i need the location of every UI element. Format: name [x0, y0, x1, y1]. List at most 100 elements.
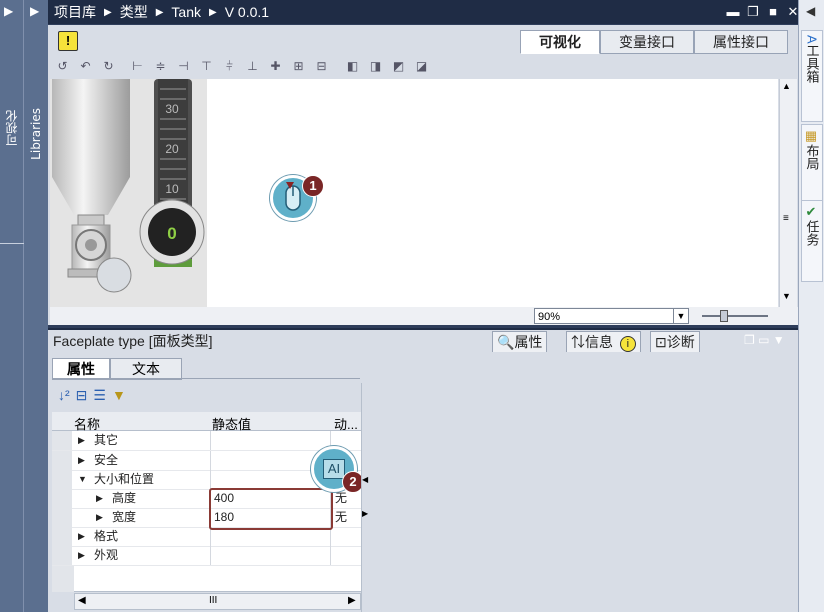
rotate-right-icon[interactable]: ↻ [100, 58, 117, 75]
collapse-icon[interactable]: ▼ [78, 470, 87, 489]
expand-icon[interactable]: ▶ [78, 546, 85, 565]
inspector-title: Faceplate type [面板类型] [53, 333, 213, 349]
callout-badge-1: 1 [302, 175, 324, 197]
breadcrumb-item[interactable]: V 0.0.1 [225, 4, 269, 20]
tab-tasks-label: 任务 [804, 220, 820, 246]
expand-icon[interactable]: ▶ [78, 451, 85, 470]
tab-property-interface[interactable]: 属性接口 [694, 30, 788, 54]
info-icon: i [619, 336, 636, 352]
bring-front-icon[interactable]: ◧ [344, 58, 361, 75]
list-icon[interactable]: ☰ [93, 387, 106, 404]
tab-diagnostics-label: 诊断 [666, 334, 695, 350]
align-left-icon[interactable]: ⊢ [129, 58, 146, 75]
group-icon[interactable]: ⊟ [76, 387, 88, 404]
tab-properties[interactable]: 🔍属性 [492, 331, 548, 353]
expand-icon[interactable]: ▶ [78, 431, 85, 450]
tab-visualization[interactable]: 可视化 [520, 30, 600, 54]
tasks-icon: ✔ [804, 205, 820, 220]
canvas-vertical-scrollbar[interactable]: ▲ ≡ ▼ [779, 79, 797, 307]
subtab-texts[interactable]: 文本 [110, 358, 182, 380]
gauge-value: 0 [167, 224, 176, 243]
tank-graphic[interactable]: 30 20 10 0 [50, 79, 207, 307]
tab-layout[interactable]: ▦ 布局 [801, 124, 823, 206]
zoom-slider[interactable] [702, 315, 768, 317]
breadcrumb-item[interactable]: 类型 [120, 2, 148, 22]
grid-row-other[interactable]: ▶ 其它 [52, 431, 361, 451]
scroll-down-icon[interactable]: ▼ [782, 291, 791, 301]
panel-controls-icon[interactable]: ❐ ▭ ▼ [744, 333, 785, 347]
tab-properties-label: 属性 [514, 334, 543, 350]
scroll-left-icon[interactable]: ◀ [362, 475, 368, 484]
tab-toolbox-label: 工具箱 [804, 43, 820, 83]
breadcrumb: 项目库 ▶ 类型 ▶ Tank ▶ V 0.0.1 [48, 0, 798, 24]
align-right-icon[interactable]: ⊣ [175, 58, 192, 75]
align-top-icon[interactable]: ⊤ [198, 58, 215, 75]
visualization-side-tab[interactable]: ▶ 可视化 [0, 0, 48, 612]
task-cards-strip: ◀ A 工具箱 ▦ 布局 ✔ 任务 [798, 0, 824, 612]
align-center-icon[interactable]: ≑ [152, 58, 169, 75]
chevron-right-icon: ▶ [208, 6, 217, 18]
tab-info[interactable]: ⇅信息 i [566, 331, 641, 353]
scroll-right-icon[interactable]: ▶ [348, 595, 356, 606]
align-bottom-icon[interactable]: ⊥ [244, 58, 261, 75]
same-width-icon[interactable]: ⊟ [313, 58, 330, 75]
bring-forward-icon[interactable]: ◨ [367, 58, 384, 75]
filter-icon[interactable]: ▼ [112, 387, 126, 404]
dropdown-icon[interactable]: ▼ [673, 308, 688, 324]
row-name: 外观 [94, 548, 119, 562]
scroll-grip-icon: ≡ [783, 213, 789, 224]
restore-icon[interactable]: ❐ [746, 5, 760, 19]
properties-icon: 🔍 [497, 334, 515, 350]
tab-tasks[interactable]: ✔ 任务 [801, 200, 823, 282]
highlight-box [209, 488, 333, 530]
grid-splitter[interactable]: ◀ ▶ [361, 383, 371, 612]
width-dynamic[interactable]: 无 [335, 508, 347, 527]
row-name: 安全 [94, 453, 119, 467]
zoom-slider-thumb[interactable] [720, 310, 728, 322]
rotate-back-icon[interactable]: ↶ [77, 58, 94, 75]
grid-row-format[interactable]: ▶ 格式 [52, 527, 361, 547]
zoom-select[interactable]: 90% ▼ [534, 308, 689, 324]
row-name: 高度 [112, 491, 137, 505]
expand-icon[interactable]: ▶ [78, 527, 85, 546]
distribute-icon[interactable]: ✚ [267, 58, 284, 75]
rotate-left-icon[interactable]: ↺ [54, 58, 71, 75]
breadcrumb-item[interactable]: 项目库 [54, 2, 96, 22]
grid-horizontal-scrollbar[interactable]: ◀ III ▶ [74, 593, 361, 610]
send-back-icon[interactable]: ◪ [413, 58, 430, 75]
libraries-side-tab[interactable]: ▶ Libraries [24, 0, 48, 612]
tab-variable-interface[interactable]: 变量接口 [600, 30, 694, 54]
collapse-left-icon[interactable]: ◀ [806, 4, 815, 18]
scroll-left-icon[interactable]: ◀ [78, 595, 86, 606]
gauge-tick-30: 30 [165, 102, 179, 116]
height-dynamic[interactable]: 无 [335, 489, 347, 508]
breadcrumb-item[interactable]: Tank [171, 4, 201, 20]
visualization-label: 可视化 [5, 110, 19, 146]
align-middle-icon[interactable]: ⫩ [221, 58, 238, 75]
scroll-grip[interactable]: III [209, 595, 217, 606]
toolbox-icon: A [804, 35, 820, 44]
warning-icon[interactable]: ! [58, 31, 78, 51]
expand-arrow-icon[interactable]: ▶ [30, 4, 39, 18]
scroll-right-icon[interactable]: ▶ [362, 509, 368, 518]
maximize-icon[interactable]: ■ [766, 5, 780, 19]
expand-icon[interactable]: ▶ [96, 489, 103, 508]
subtab-properties[interactable]: 属性 [52, 358, 110, 380]
sort-icon[interactable]: ↓² [58, 387, 70, 404]
row-name: 格式 [94, 529, 119, 543]
gauge-tick-20: 20 [165, 142, 179, 156]
row-name: 宽度 [112, 510, 137, 524]
minimize-icon[interactable]: ▬ [726, 5, 740, 19]
expand-icon[interactable]: ▶ [96, 508, 103, 527]
tab-diagnostics[interactable]: ⊡诊断 [650, 331, 700, 353]
grid-row-appearance[interactable]: ▶ 外观 [52, 546, 361, 566]
scroll-up-icon[interactable]: ▲ [782, 81, 791, 91]
same-size-icon[interactable]: ⊞ [290, 58, 307, 75]
ai-icon: AI [323, 459, 345, 479]
send-backward-icon[interactable]: ◩ [390, 58, 407, 75]
tab-toolbox[interactable]: A 工具箱 [801, 30, 823, 122]
layout-icon: ▦ [804, 129, 820, 144]
grid-toolbar: ↓² ⊟ ☰ ▼ [58, 387, 126, 404]
collapse-arrow-icon[interactable]: ▶ [4, 4, 13, 18]
chevron-right-icon: ▶ [155, 6, 164, 18]
